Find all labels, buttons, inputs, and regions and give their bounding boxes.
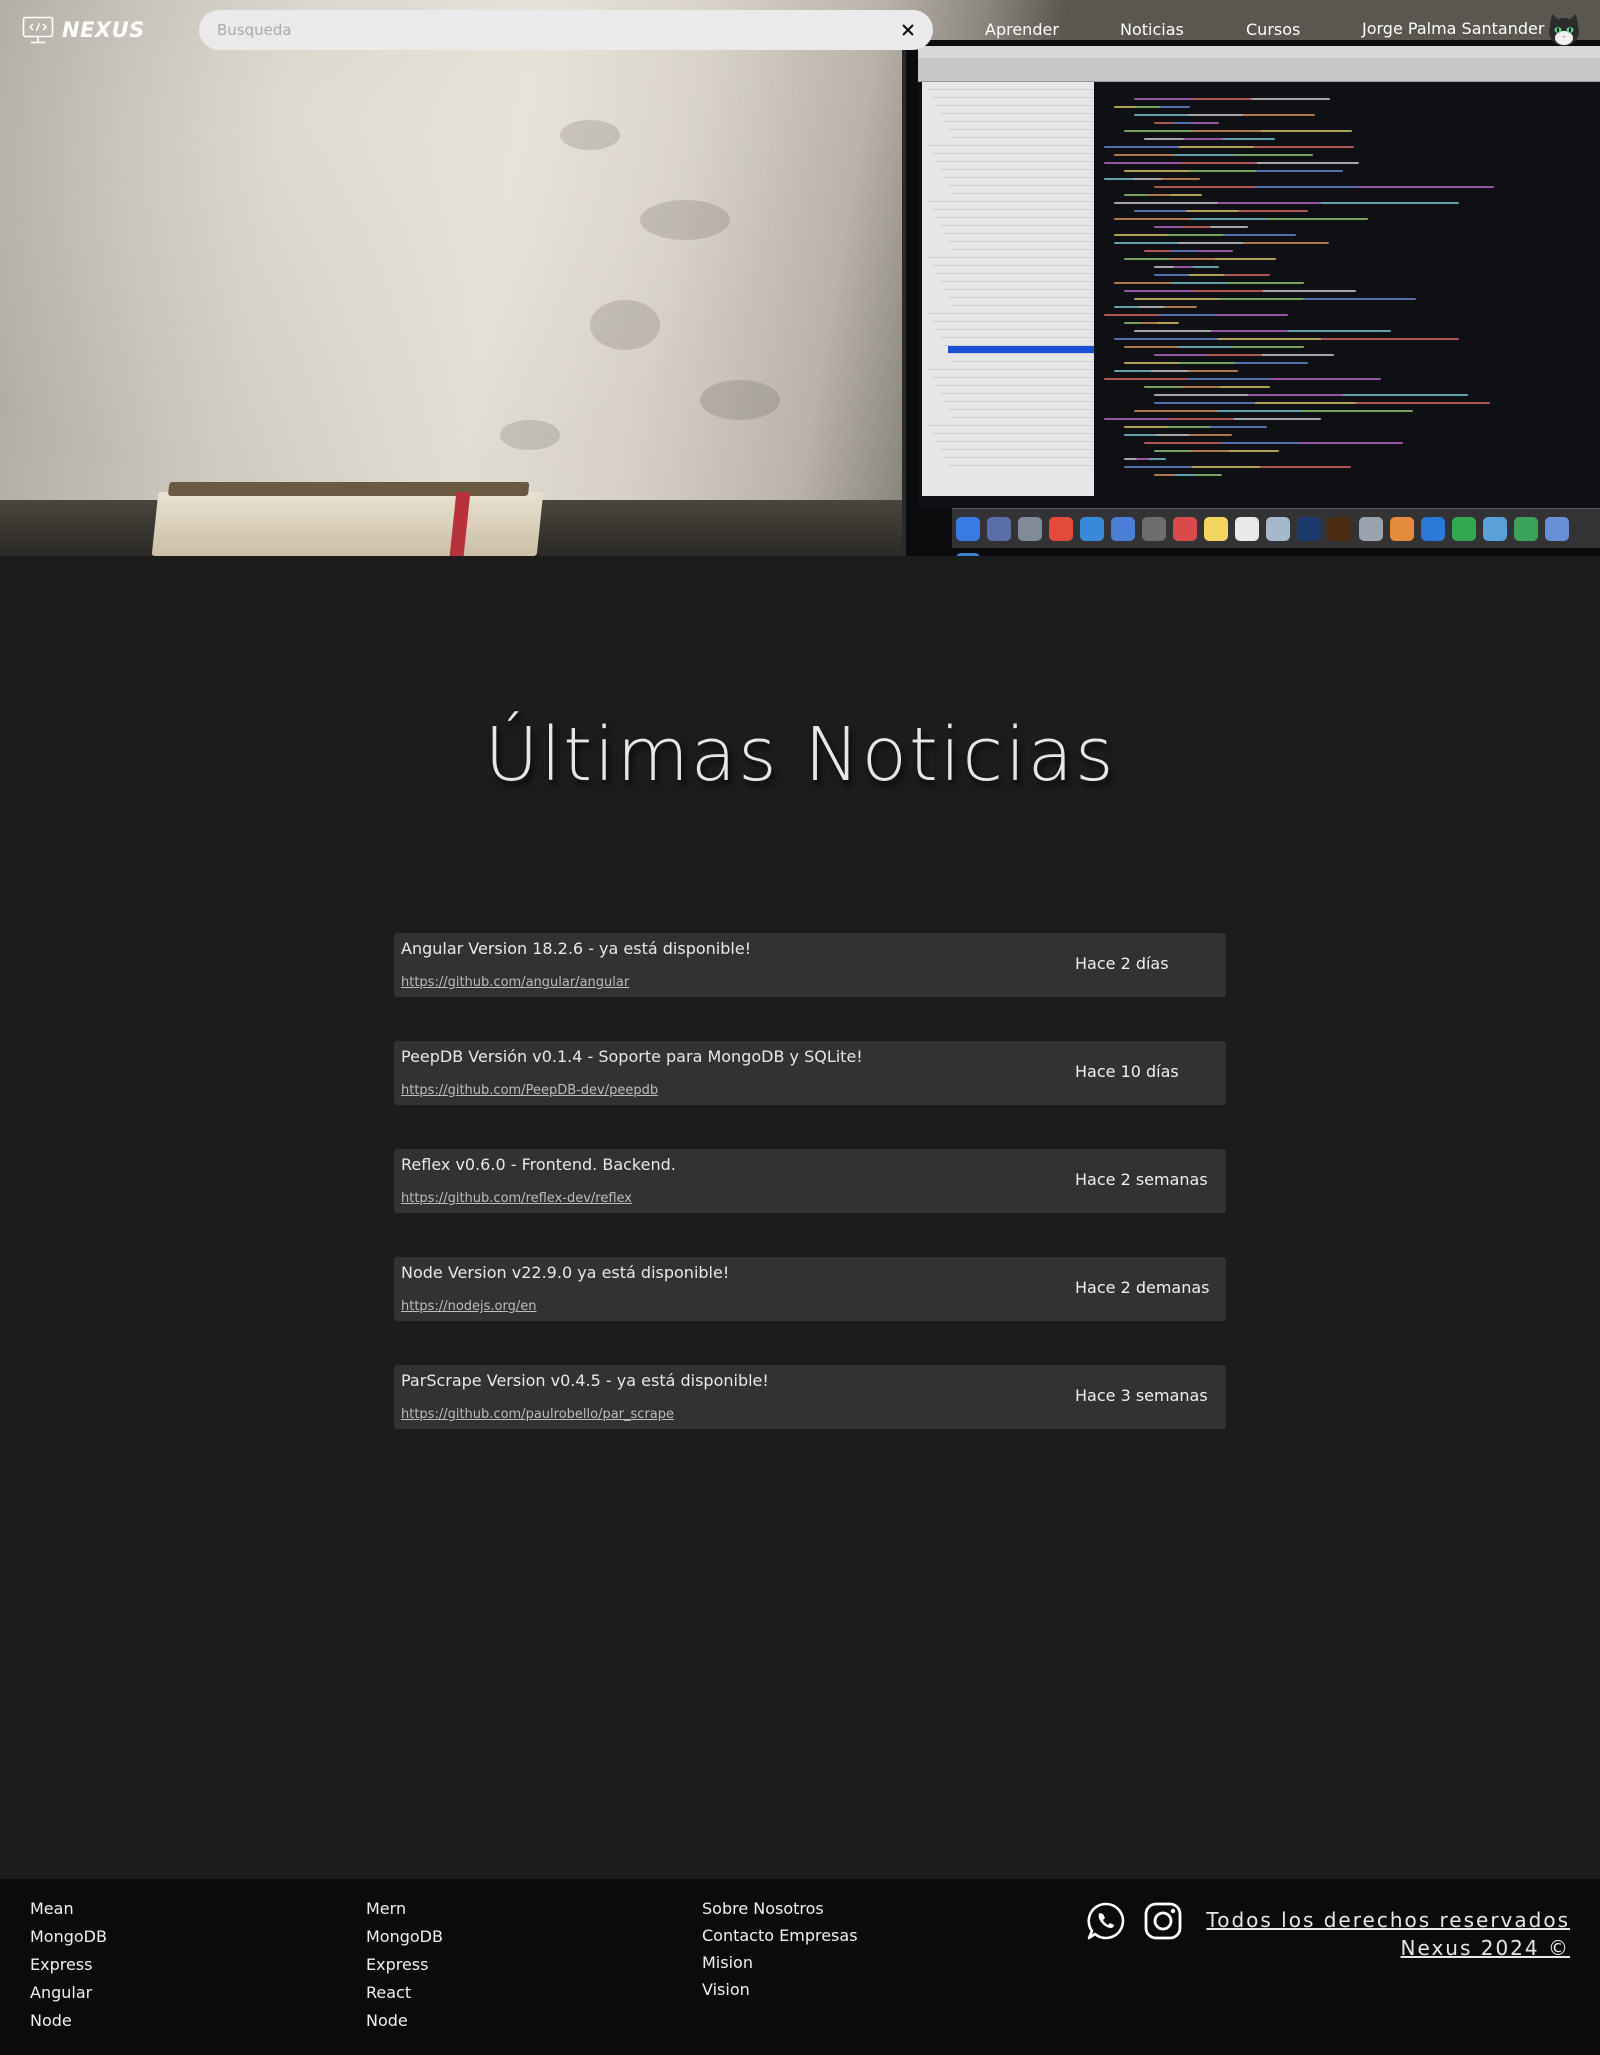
news-item: Node Version v22.9.0 ya está disponible!…: [394, 1257, 1226, 1321]
footer-link[interactable]: Mision: [702, 1953, 858, 1980]
footer-link[interactable]: Mean: [30, 1899, 107, 1927]
hero-image: [0, 0, 1600, 556]
page-title: Últimas Noticias: [484, 712, 1116, 798]
news-link[interactable]: https://nodejs.org/en: [401, 1299, 537, 1314]
news-link[interactable]: https://github.com/angular/angular: [401, 975, 629, 990]
news-title: PeepDB Versión v0.1.4 - Soporte para Mon…: [401, 1047, 863, 1066]
footer-link[interactable]: Express: [30, 1955, 107, 1983]
footer-link[interactable]: Node: [366, 2011, 443, 2039]
book-image: [151, 482, 544, 556]
search-bar: [199, 10, 933, 50]
footer-column-mern: Mern MongoDB Express React Node: [366, 1899, 443, 2039]
footer-link[interactable]: Mern: [366, 1899, 443, 1927]
cat-avatar-icon[interactable]: [1546, 12, 1582, 48]
footer-link[interactable]: Node: [30, 2011, 107, 2039]
news-link[interactable]: https://github.com/reflex-dev/reflex: [401, 1191, 632, 1206]
footer-link[interactable]: Angular: [30, 1983, 107, 2011]
instagram-icon[interactable]: [1142, 1900, 1184, 1942]
footer-link[interactable]: MongoDB: [30, 1927, 107, 1955]
news-link[interactable]: https://github.com/PeepDB-dev/peepdb: [401, 1083, 658, 1098]
brand-name: NEXUS: [62, 18, 145, 42]
news-item: PeepDB Versión v0.1.4 - Soporte para Mon…: [394, 1041, 1226, 1105]
monitor-code-icon: [22, 16, 54, 44]
footer-link[interactable]: Sobre Nosotros: [702, 1899, 858, 1926]
news-title: Node Version v22.9.0 ya está disponible!: [401, 1263, 730, 1282]
close-icon[interactable]: [899, 21, 917, 39]
news-item: ParScrape Version v0.4.5 - ya está dispo…: [394, 1365, 1226, 1429]
news-time: Hace 2 demanas: [1075, 1278, 1210, 1297]
footer-link[interactable]: React: [366, 1983, 443, 2011]
footer-link[interactable]: MongoDB: [366, 1927, 443, 1955]
news-item: Reflex v0.6.0 - Frontend. Backend. https…: [394, 1149, 1226, 1213]
news-time: Hace 10 días: [1075, 1062, 1179, 1081]
user-name[interactable]: Jorge Palma Santander: [1362, 19, 1544, 38]
copyright-notice[interactable]: Todos los derechos reservados Nexus 2024…: [1206, 1906, 1570, 1962]
footer-link[interactable]: Express: [366, 1955, 443, 1983]
news-title: Reflex v0.6.0 - Frontend. Backend.: [401, 1155, 676, 1174]
dock-image: [952, 508, 1600, 556]
news-title: Angular Version 18.2.6 - ya está disponi…: [401, 939, 752, 958]
nav-link-aprender[interactable]: Aprender: [985, 20, 1059, 39]
code-screen-image: [918, 46, 1600, 508]
navbar: NEXUS Aprender Noticias Cursos Jorge Pal…: [0, 0, 1600, 60]
footer-column-company: Sobre Nosotros Contacto Empresas Mision …: [702, 1899, 858, 2007]
news-link[interactable]: https://github.com/paulrobello/par_scrap…: [401, 1407, 674, 1422]
search-input[interactable]: [217, 10, 877, 50]
copyright-line: Nexus 2024 ©: [1400, 1936, 1570, 1960]
news-title: ParScrape Version v0.4.5 - ya está dispo…: [401, 1371, 769, 1390]
footer-column-mean: Mean MongoDB Express Angular Node: [30, 1899, 107, 2039]
copyright-line: Todos los derechos reservados: [1206, 1908, 1570, 1932]
brand-logo[interactable]: NEXUS: [22, 16, 145, 44]
nav-link-cursos[interactable]: Cursos: [1246, 20, 1300, 39]
whatsapp-icon[interactable]: [1085, 1900, 1127, 1942]
nav-link-noticias[interactable]: Noticias: [1120, 20, 1184, 39]
news-time: Hace 3 semanas: [1075, 1386, 1208, 1405]
footer-link[interactable]: Vision: [702, 1980, 858, 2007]
news-time: Hace 2 semanas: [1075, 1170, 1208, 1189]
news-time: Hace 2 días: [1075, 954, 1169, 973]
footer-link[interactable]: Contacto Empresas: [702, 1926, 858, 1953]
news-item: Angular Version 18.2.6 - ya está disponi…: [394, 933, 1226, 997]
